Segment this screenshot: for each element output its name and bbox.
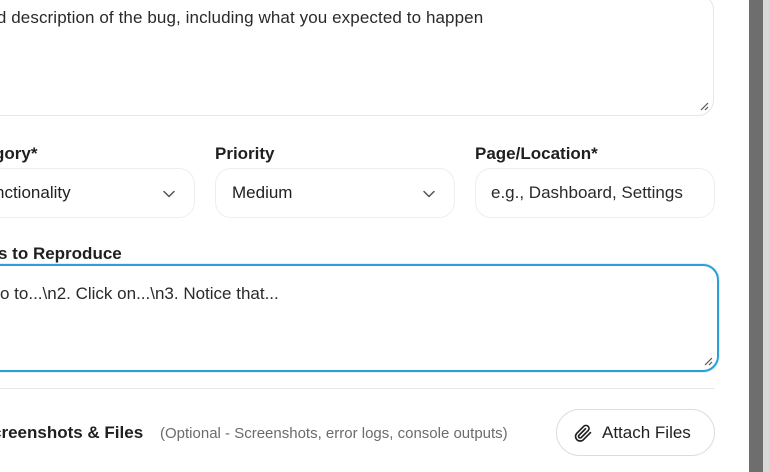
priority-select[interactable]: Medium <box>215 168 455 218</box>
category-select[interactable]: nctionality <box>0 168 195 218</box>
category-label: gory* <box>0 144 38 163</box>
page-location-input[interactable]: e.g., Dashboard, Settings <box>475 168 715 218</box>
paperclip-icon <box>574 424 592 442</box>
priority-label: Priority <box>215 144 275 163</box>
resize-grip-icon[interactable] <box>703 356 713 366</box>
bug-report-form: ailed description of the bug, including … <box>0 0 769 472</box>
attachments-title: creenshots & Files <box>0 423 144 442</box>
page-location-label: Page/Location* <box>475 144 598 163</box>
steps-textarea[interactable] <box>0 264 719 372</box>
attachments-note: (Optional - Screenshots, error logs, con… <box>160 425 508 442</box>
resize-grip-icon[interactable] <box>699 101 709 111</box>
steps-label: s to Reproduce <box>0 244 122 263</box>
steps-placeholder: o to...\n2. Click on...\n3. Notice that.… <box>0 284 279 303</box>
chevron-down-icon <box>163 190 175 198</box>
chevron-down-icon <box>423 190 435 198</box>
scrollbar-edge <box>763 0 769 472</box>
section-divider <box>0 388 714 389</box>
attach-files-button[interactable]: Attach Files <box>556 409 715 456</box>
priority-selected-value: Medium <box>232 183 293 202</box>
attach-files-label: Attach Files <box>602 423 691 442</box>
page-location-placeholder: e.g., Dashboard, Settings <box>491 183 683 202</box>
description-placeholder: ailed description of the bug, including … <box>0 8 484 27</box>
scrollbar-thumb[interactable] <box>749 0 763 472</box>
category-selected-value: nctionality <box>0 183 71 202</box>
